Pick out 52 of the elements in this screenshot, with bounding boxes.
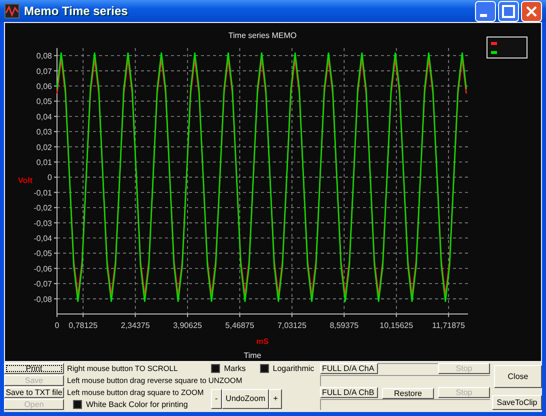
close-button[interactable]: Close — [494, 365, 542, 388]
y-tick-label: 0,05 — [36, 97, 52, 106]
checkbox[interactable] — [73, 400, 82, 409]
checkbox[interactable] — [260, 364, 269, 373]
y-tick-label: -0,02 — [34, 204, 52, 213]
close-button[interactable] — [521, 0, 542, 22]
app-icon — [4, 3, 20, 19]
restore-button[interactable]: Restore — [382, 388, 434, 399]
channel-label: FULL D/A ChB — [320, 387, 378, 398]
x-tick-label: 10,15625 — [380, 321, 414, 330]
x-tick-label: 0 — [54, 321, 60, 330]
y-tick-label: -0,07 — [34, 280, 52, 289]
checkbox[interactable] — [211, 364, 220, 373]
x-axis-label: Time — [244, 351, 262, 360]
zoom-button[interactable]: - — [211, 388, 222, 408]
x-tick-label: 11,71875 — [432, 321, 465, 330]
y-tick-label: -0,05 — [34, 249, 52, 258]
channel-label: FULL D/A ChA — [320, 363, 378, 374]
x-tick-label: 8,59375 — [330, 321, 359, 330]
checkbox-label: Marks — [224, 364, 246, 373]
chart-title: Time series MEMO — [228, 31, 297, 40]
y-tick-label: 0,03 — [36, 128, 52, 137]
y-tick-label: -0,08 — [34, 294, 52, 304]
x-tick-label: 2,34375 — [120, 321, 150, 330]
y-tick-label: 0,01 — [36, 158, 52, 167]
y-tick-label: -0,06 — [34, 264, 52, 274]
checkbox-label: Logarithmic — [272, 364, 314, 373]
checkbox-label: White Back Color for printing — [86, 400, 188, 409]
legend — [486, 36, 528, 58]
y-tick-label: -0,03 — [34, 218, 52, 228]
minimize-button[interactable] — [475, 0, 496, 22]
zoom-button[interactable]: UndoZoom — [222, 388, 270, 408]
y-tick-label: 0 — [48, 173, 52, 182]
x-unit-label: mS — [256, 337, 269, 346]
panel-button[interactable]: Print — [4, 363, 64, 374]
panel-button[interactable]: Save to TXT file — [4, 387, 64, 398]
y-axis-label: Volt — [18, 176, 33, 186]
x-tick-label: 7,03125 — [277, 321, 306, 330]
y-tick-label: 0,02 — [36, 142, 52, 152]
save-to-clip-button[interactable]: SaveToClip — [492, 395, 542, 410]
window-title: Memo Time series — [24, 4, 129, 18]
y-tick-label: 0,08 — [36, 52, 52, 61]
x-tick-label: 5,46875 — [225, 321, 254, 330]
maximize-button[interactable] — [498, 0, 519, 22]
x-tick-label: 0,78125 — [68, 321, 98, 330]
y-tick-label: 0,04 — [36, 112, 52, 122]
y-tick-label: -0,01 — [34, 188, 52, 198]
y-tick-label: -0,04 — [34, 234, 52, 243]
y-tick-label: 0,07 — [36, 66, 52, 76]
zoom-button[interactable]: + — [269, 388, 282, 408]
y-tick-label: 0,06 — [36, 82, 52, 91]
x-tick-label: 3,90625 — [173, 321, 202, 330]
